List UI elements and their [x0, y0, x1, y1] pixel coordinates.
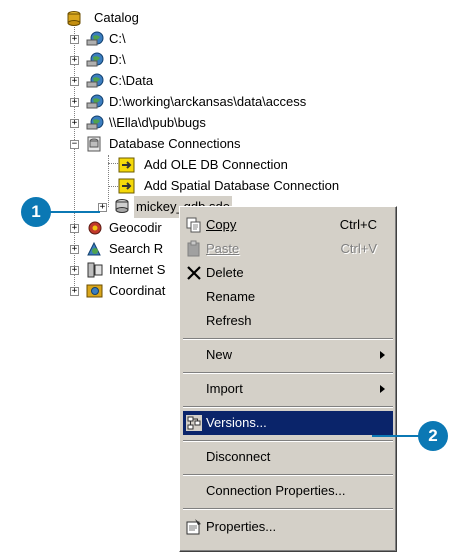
- tree-item-label: Add OLE DB Connection: [144, 157, 288, 172]
- folder-connection-icon: [86, 73, 104, 88]
- database-connections-icon: [87, 136, 101, 152]
- tree-item-label: \\Ella\d\pub\bugs: [109, 115, 206, 130]
- sde-database-icon: [115, 199, 129, 213]
- properties-icon: [186, 519, 201, 535]
- menu-item-label: Connection Properties...: [206, 483, 346, 498]
- callout-2: 2: [418, 421, 448, 451]
- menu-item-label: Refresh: [206, 313, 252, 328]
- expand-icon[interactable]: +: [70, 119, 79, 128]
- menu-item-label: Properties...: [206, 519, 277, 534]
- folder-connection-icon: [86, 94, 104, 109]
- menu-item-label: Disconnect: [206, 449, 271, 464]
- tree-item-label: C:\Data: [109, 73, 154, 88]
- menu-item-new[interactable]: New: [183, 343, 393, 367]
- expand-icon[interactable]: +: [70, 224, 79, 233]
- menu-item-properties[interactable]: Properties...: [183, 515, 393, 539]
- tree-item-label: Database Connections: [109, 136, 241, 151]
- context-menu: Copy Ctrl+C Paste Ctrl+V Delete Rename R…: [179, 206, 397, 552]
- menu-item-refresh[interactable]: Refresh: [183, 309, 393, 333]
- submenu-arrow-icon: [380, 385, 385, 393]
- menu-item-label-text: Copy: [206, 217, 237, 232]
- internet-servers-icon: [87, 262, 103, 278]
- menu-item-label: Rename: [206, 289, 256, 304]
- menu-item-label-text: Paste: [206, 241, 240, 256]
- menu-separator: [183, 406, 393, 408]
- coordinate-systems-icon: [86, 284, 103, 298]
- menu-item-disconnect[interactable]: Disconnect: [183, 445, 393, 469]
- menu-item-label: Copy: [206, 217, 236, 232]
- tree-item-label: Geocodir: [109, 220, 162, 235]
- collapse-icon[interactable]: −: [70, 140, 79, 149]
- tree-item-label: D:\: [109, 52, 126, 67]
- drive-icon: [86, 52, 104, 67]
- menu-item-label: Import: [206, 381, 243, 396]
- copy-icon: [186, 217, 201, 233]
- menu-item-versions[interactable]: Versions...: [183, 411, 393, 435]
- geocoding-icon: [88, 221, 102, 235]
- menu-separator: [183, 338, 393, 340]
- expand-icon[interactable]: +: [70, 245, 79, 254]
- tree-connector: [108, 163, 118, 164]
- network-folder-icon: [86, 115, 104, 130]
- menu-item-label: Delete: [206, 265, 244, 280]
- menu-item-paste[interactable]: Paste Ctrl+V: [183, 237, 393, 261]
- expand-icon[interactable]: +: [70, 35, 79, 44]
- menu-item-label: Versions...: [206, 415, 267, 430]
- tree-item-label: Search R: [109, 241, 164, 256]
- menu-item-shortcut: Ctrl+C: [339, 217, 377, 232]
- tree-item-label: Internet S: [109, 262, 166, 277]
- expand-icon[interactable]: +: [70, 98, 79, 107]
- callout-1: 1: [21, 197, 51, 227]
- paste-icon: [187, 240, 200, 257]
- menu-item-label: New: [206, 347, 233, 362]
- menu-item-connection-properties[interactable]: Connection Properties...: [183, 479, 393, 503]
- tree-item-label: Catalog: [94, 10, 139, 25]
- tree-connector: [74, 228, 75, 286]
- tree-item-label: Add Spatial Database Connection: [144, 178, 340, 193]
- menu-item-rename[interactable]: Rename: [183, 285, 393, 309]
- delete-icon: [187, 266, 201, 280]
- menu-item-import[interactable]: Import: [183, 377, 393, 401]
- tree-item-label: C:\: [109, 31, 126, 46]
- tree-item-label: Coordinat: [109, 283, 166, 298]
- menu-separator: [183, 440, 393, 442]
- menu-item-shortcut: Ctrl+V: [340, 241, 377, 256]
- add-connection-icon: [118, 157, 135, 173]
- catalog-icon: [67, 11, 81, 26]
- menu-separator: [183, 474, 393, 476]
- expand-icon[interactable]: +: [70, 266, 79, 275]
- tree-item-label: D:\working\arckansas\data\access: [109, 94, 307, 109]
- drive-icon: [86, 31, 104, 46]
- callout-2-line: [372, 435, 422, 437]
- expand-icon[interactable]: +: [70, 77, 79, 86]
- versions-icon: [186, 415, 202, 431]
- menu-item-copy[interactable]: Copy Ctrl+C: [183, 213, 393, 237]
- expand-icon[interactable]: +: [70, 56, 79, 65]
- menu-separator: [183, 508, 393, 510]
- search-results-icon: [87, 241, 101, 256]
- menu-item-delete[interactable]: Delete: [183, 261, 393, 285]
- add-connection-icon: [118, 178, 135, 194]
- expand-icon[interactable]: +: [70, 287, 79, 296]
- tree-connector: [108, 186, 118, 187]
- menu-separator: [183, 372, 393, 374]
- menu-item-label: Paste: [206, 241, 239, 256]
- submenu-arrow-icon: [380, 351, 385, 359]
